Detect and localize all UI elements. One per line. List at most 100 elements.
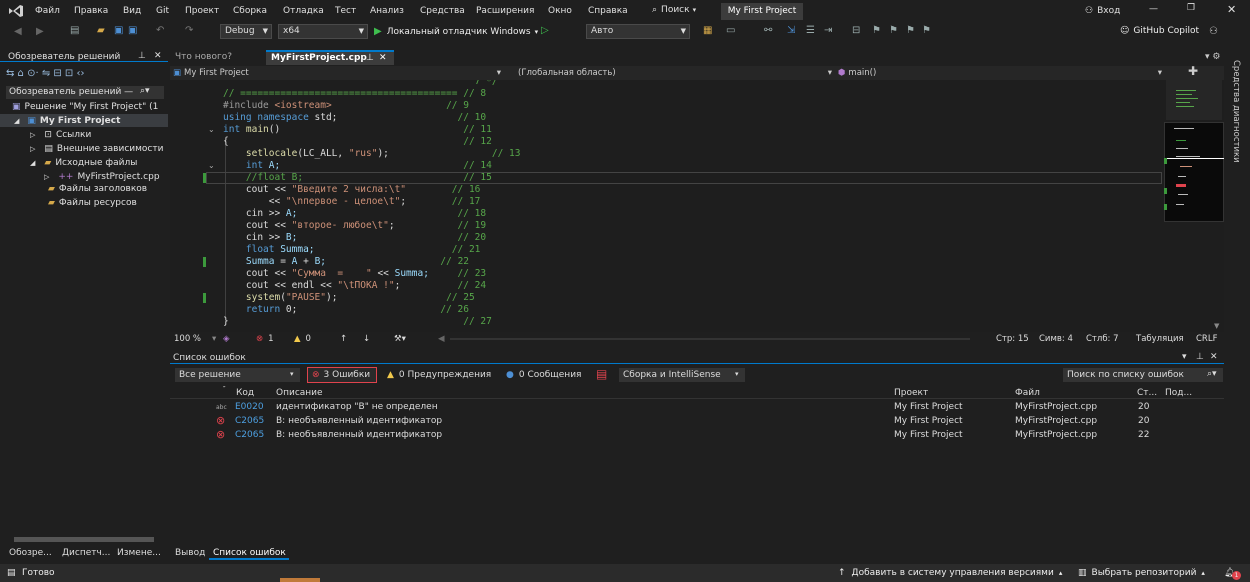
- maximize-button[interactable]: ❐: [1187, 3, 1195, 13]
- tab-error-list[interactable]: Список ошибок: [209, 546, 289, 560]
- tree-project[interactable]: ◢ ▣ My First Project: [14, 116, 120, 126]
- scope-select[interactable]: Все решение ▾: [175, 368, 300, 382]
- bookmark-clear-icon[interactable]: ⚑: [922, 25, 931, 37]
- forward-icon[interactable]: ▶: [36, 26, 44, 38]
- add-to-vcs-button[interactable]: ↑ Добавить в систему управления версиями ▴: [838, 568, 1062, 578]
- menu-item[interactable]: Сборка: [233, 6, 267, 16]
- align-icon[interactable]: ☰: [806, 25, 815, 37]
- close-icon[interactable]: ✕: [1210, 352, 1218, 362]
- menu-item[interactable]: Анализ: [370, 6, 404, 16]
- col-project[interactable]: Проект: [894, 388, 928, 398]
- scroll-down-icon[interactable]: ▼: [1214, 322, 1219, 330]
- code-line[interactable]: int A; // 14: [223, 160, 492, 172]
- bookmark-prev-icon[interactable]: ⚑: [889, 25, 898, 37]
- sort-icon[interactable]: ″: [223, 385, 226, 393]
- code-line[interactable]: //float B; // 15: [223, 172, 492, 184]
- menu-item[interactable]: Git: [156, 6, 169, 16]
- code-line[interactable]: cout << "второе- любое\t"; // 19: [223, 220, 486, 232]
- close-window-button[interactable]: ✕: [1227, 3, 1236, 16]
- redo-icon[interactable]: ↷: [185, 25, 193, 37]
- new-project-icon[interactable]: ▤: [70, 25, 79, 37]
- error-count[interactable]: ⊗ 1: [256, 334, 274, 344]
- menu-item[interactable]: Средства: [420, 6, 465, 16]
- tree-item-external[interactable]: ▷ ▤ Внешние зависимости: [30, 144, 163, 154]
- signin-button[interactable]: ⚇ Вход: [1085, 6, 1120, 16]
- fold-icon[interactable]: ⌄: [208, 161, 215, 170]
- step-icon[interactable]: ⇲: [787, 25, 795, 37]
- editor-hscroll[interactable]: [450, 338, 970, 340]
- prev-issue-icon[interactable]: ↑: [340, 334, 347, 344]
- undo-icon[interactable]: ↶: [156, 25, 164, 37]
- tree-item-sources[interactable]: ◢ ▰ Исходные файлы: [30, 158, 137, 168]
- solution-search[interactable]: Обозреватель решений — ⌕▾: [6, 86, 164, 99]
- split-icon[interactable]: ✚: [1188, 65, 1198, 77]
- minimap-viewport[interactable]: [1164, 122, 1224, 222]
- tab-overflow-icon[interactable]: ▾ ⚙: [1200, 50, 1220, 65]
- menu-item[interactable]: Расширения: [476, 6, 534, 16]
- folder-icon[interactable]: ▦: [703, 25, 712, 37]
- code-line[interactable]: << "\nпервое - целое\t"; // 17: [223, 196, 481, 208]
- code-line[interactable]: 7 */: [223, 80, 498, 88]
- tab-whats-new[interactable]: Что нового?: [170, 50, 264, 65]
- search-box[interactable]: ⌕ Поиск ▾: [652, 5, 696, 15]
- tab-property-manager[interactable]: Диспетч...: [62, 548, 110, 558]
- build-filter-select[interactable]: Сборка и IntelliSense ▾: [619, 368, 745, 382]
- filter-icon[interactable]: ▤: [596, 367, 607, 381]
- warning-count[interactable]: ▲ 0: [294, 334, 311, 344]
- layout-icon[interactable]: ▭: [726, 25, 735, 37]
- error-row[interactable]: ⊗ C2065 B: необъявленный идентификатор My F…: [170, 428, 1224, 443]
- format-icon[interactable]: ⚯: [764, 25, 772, 37]
- diagnostics-tab[interactable]: Средства диагностики: [1231, 60, 1241, 163]
- code-line[interactable]: cout << "Сумма = " << Summa; // 23: [223, 268, 486, 280]
- start-debug-button[interactable]: ▶ Локальный отладчик Windows ▾: [374, 26, 538, 37]
- minimize-button[interactable]: —: [1149, 4, 1158, 14]
- code-line[interactable]: system("PAUSE"); // 25: [223, 292, 475, 304]
- error-code[interactable]: C2065: [235, 416, 264, 426]
- function-select[interactable]: ⬢ main() ▾: [838, 67, 1164, 79]
- col-file[interactable]: Файл: [1015, 388, 1040, 398]
- error-code[interactable]: E0020: [235, 402, 264, 412]
- code-line[interactable]: setlocale(LC_ALL, "rus"); // 13: [223, 148, 521, 160]
- code-line[interactable]: // =====================================…: [223, 88, 486, 100]
- code-line[interactable]: using namespace std; // 10: [223, 112, 486, 124]
- config-select[interactable]: Debug ▼: [220, 24, 272, 39]
- tree-item-headers[interactable]: ▰ Файлы заголовков: [48, 184, 147, 194]
- tab-git-changes[interactable]: Измене...: [117, 548, 161, 558]
- line-ending[interactable]: CRLF: [1196, 334, 1217, 344]
- code-line[interactable]: #include <iostream> // 9: [223, 100, 469, 112]
- col-suppression[interactable]: Под...: [1165, 388, 1192, 398]
- error-search-input[interactable]: Поиск по списку ошибок ⌕▾: [1063, 368, 1223, 382]
- copilot-button[interactable]: ☺ GitHub Copilot: [1120, 26, 1199, 36]
- next-issue-icon[interactable]: ↓: [363, 334, 370, 344]
- pin-icon[interactable]: ⊥: [1196, 352, 1204, 362]
- code-line[interactable]: cin >> A; // 18: [223, 208, 486, 220]
- start-without-debug-icon[interactable]: ▷: [541, 25, 549, 37]
- fold-icon[interactable]: ⌄: [208, 125, 215, 134]
- menu-item[interactable]: Вид: [123, 6, 141, 16]
- menu-item[interactable]: Тест: [335, 6, 356, 16]
- zoom-level[interactable]: 100 %: [174, 334, 201, 344]
- code-line[interactable]: { // 12: [223, 136, 492, 148]
- tree-solution-root[interactable]: ▣ Решение "My First Project" (1: [12, 102, 158, 112]
- back-icon[interactable]: ◀: [14, 26, 22, 38]
- select-repo-button[interactable]: ▥ Выбрать репозиторий ▴: [1078, 568, 1205, 578]
- messages-filter-button[interactable]: ● 0 Сообщения: [506, 370, 581, 380]
- solution-toolbar-icons[interactable]: ⇆ ⌂ ⊙· ⇋ ⊟ ⊡ ‹›: [6, 68, 85, 79]
- vs-logo-icon[interactable]: [8, 4, 24, 18]
- scope-select[interactable]: (Глобальная область) ▾: [518, 67, 834, 79]
- menu-item[interactable]: Проект: [185, 6, 219, 16]
- error-code[interactable]: C2065: [235, 430, 264, 440]
- code-line[interactable]: Summa = A + B; // 22: [223, 256, 469, 268]
- menu-item[interactable]: Отладка: [283, 6, 324, 16]
- code-line[interactable]: int main() // 11: [223, 124, 492, 136]
- auto-select[interactable]: Авто ▼: [586, 24, 690, 39]
- cleanup-icon[interactable]: ⚒▾: [394, 334, 406, 344]
- bookmark-icon[interactable]: ⚑: [872, 25, 881, 37]
- tab-cpp-file[interactable]: MyFirstProject.cpp ⊥ ✕: [266, 50, 394, 65]
- menu-item[interactable]: Окно: [548, 6, 572, 16]
- feedback-icon[interactable]: ⚇: [1209, 26, 1218, 38]
- platform-select[interactable]: x64 ▼: [278, 24, 368, 39]
- warnings-filter-button[interactable]: ▲ 0 Предупреждения: [387, 370, 491, 380]
- code-editor[interactable]: 7 */ // =================================…: [170, 80, 1164, 332]
- save-all-icon[interactable]: ▣: [128, 25, 137, 37]
